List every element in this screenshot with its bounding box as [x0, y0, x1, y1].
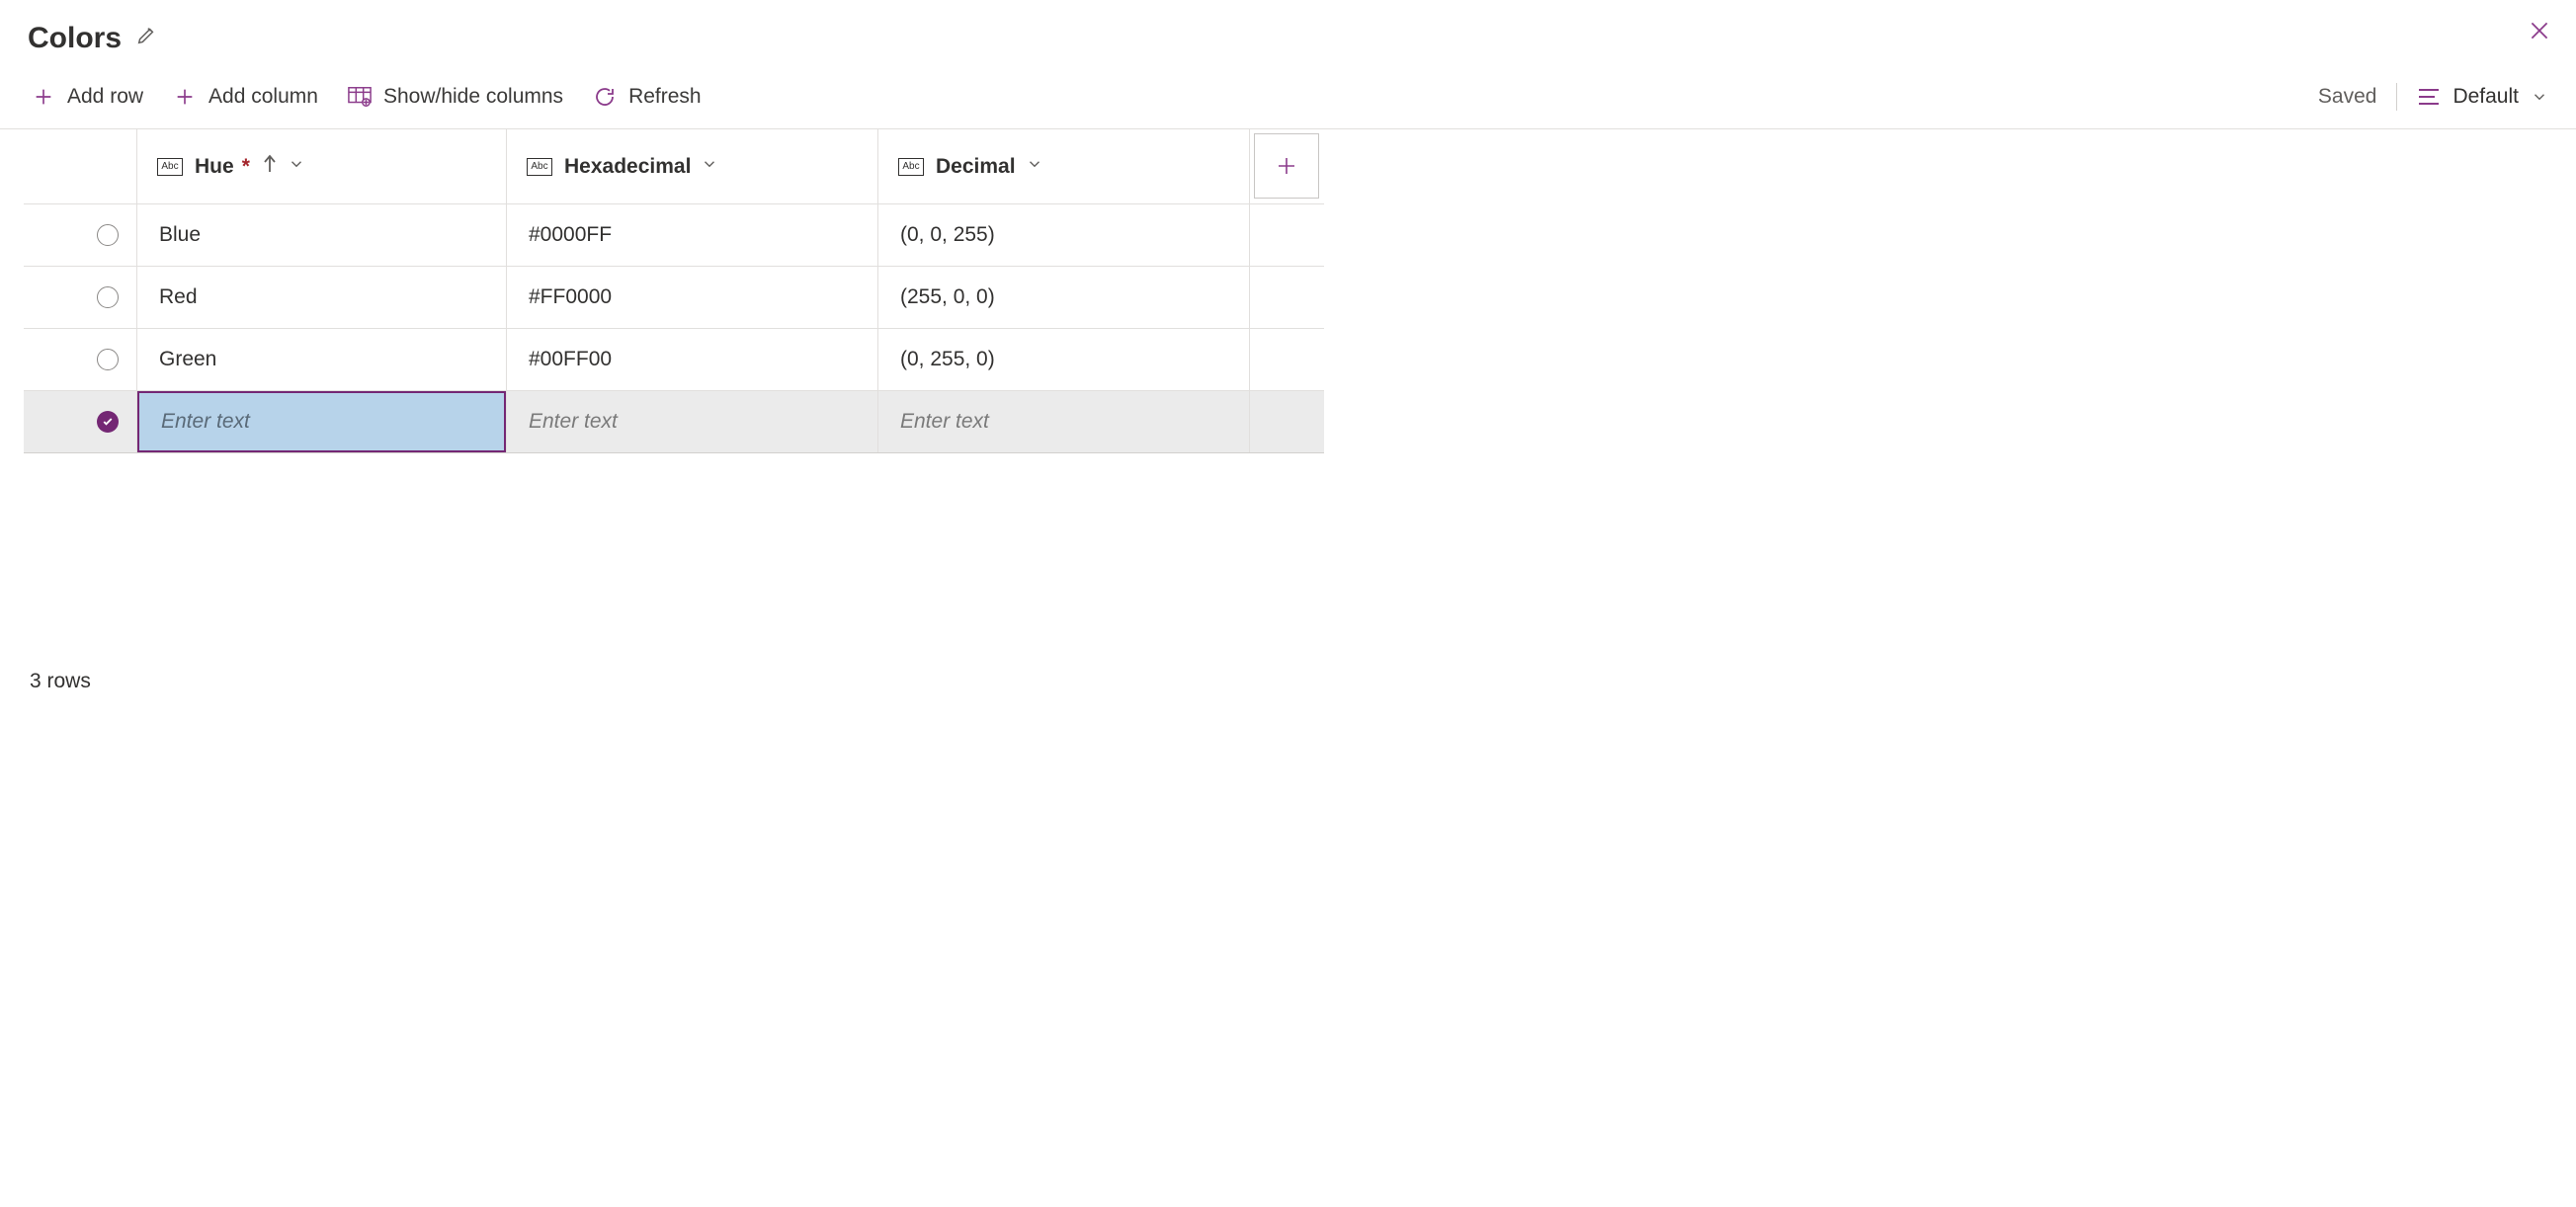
close-icon[interactable] [2527, 18, 2552, 49]
refresh-button[interactable]: Refresh [591, 83, 702, 111]
header: Colors [0, 0, 2576, 55]
plus-icon [30, 83, 57, 111]
show-hide-columns-label: Show/hide columns [383, 85, 563, 109]
radio-unchecked-icon[interactable] [97, 224, 119, 246]
cell-hexadecimal[interactable]: #00FF00 [507, 329, 878, 390]
text-type-icon: Abc [157, 158, 183, 176]
edit-title-icon[interactable] [135, 25, 157, 52]
chevron-down-icon[interactable] [1026, 155, 1043, 179]
chevron-down-icon[interactable] [288, 155, 305, 179]
table-row[interactable]: Blue #0000FF (0, 0, 255) [24, 204, 1324, 267]
text-type-icon: Abc [898, 158, 924, 176]
toolbar: Add row Add column Show/hide columns [0, 55, 2576, 129]
toolbar-separator [2396, 83, 2397, 111]
sort-asc-icon [262, 154, 278, 180]
required-indicator: * [242, 155, 250, 179]
row-selector[interactable] [24, 329, 137, 390]
table-row[interactable]: Red #FF0000 (255, 0, 0) [24, 267, 1324, 329]
save-status: Saved [2318, 85, 2377, 109]
column-label: Hue [195, 155, 234, 179]
new-hue-field[interactable]: Enter text [137, 391, 506, 452]
cell-hexadecimal[interactable]: #FF0000 [507, 267, 878, 328]
data-grid: Abc Hue * Abc Hexadecimal Abc Decimal [24, 129, 1324, 453]
add-column-plus-button[interactable] [1254, 133, 1319, 199]
columns-settings-icon [346, 83, 374, 111]
cell-decimal-input[interactable]: Enter text [878, 391, 1250, 452]
column-header-add [1250, 129, 1324, 203]
row-selector[interactable] [24, 267, 137, 328]
column-label: Hexadecimal [564, 155, 691, 179]
refresh-icon [591, 83, 619, 111]
column-header-hue[interactable]: Abc Hue * [137, 129, 507, 203]
cell-decimal[interactable]: (255, 0, 0) [878, 267, 1250, 328]
add-row-button[interactable]: Add row [30, 83, 143, 111]
placeholder-text: Enter text [161, 410, 250, 434]
radio-unchecked-icon[interactable] [97, 349, 119, 370]
row-count-status: 3 rows [30, 670, 91, 693]
cell-decimal[interactable]: (0, 255, 0) [878, 329, 1250, 390]
radio-checked-icon[interactable] [97, 411, 119, 433]
grid-body: Blue #0000FF (0, 0, 255) Red #FF0000 (25… [24, 204, 1324, 453]
chevron-down-icon [2531, 88, 2548, 106]
cell-hue-input[interactable]: Enter text [137, 391, 507, 452]
cell-hexadecimal[interactable]: #0000FF [507, 204, 878, 266]
table-row-new[interactable]: Enter text Enter text Enter text [24, 391, 1324, 453]
column-header-select[interactable] [24, 129, 137, 203]
view-list-icon [2417, 87, 2441, 107]
add-column-label: Add column [208, 85, 318, 109]
column-header-hexadecimal[interactable]: Abc Hexadecimal [507, 129, 878, 203]
cell-hue[interactable]: Blue [137, 204, 507, 266]
cell-decimal[interactable]: (0, 0, 255) [878, 204, 1250, 266]
column-label: Decimal [936, 155, 1016, 179]
refresh-label: Refresh [628, 85, 702, 109]
view-selector-label: Default [2452, 85, 2519, 109]
text-type-icon: Abc [527, 158, 552, 176]
add-row-label: Add row [67, 85, 143, 109]
cell-hue[interactable]: Red [137, 267, 507, 328]
row-selector[interactable] [24, 391, 137, 452]
row-selector[interactable] [24, 204, 137, 266]
cell-hexadecimal-input[interactable]: Enter text [507, 391, 878, 452]
cell-hue[interactable]: Green [137, 329, 507, 390]
show-hide-columns-button[interactable]: Show/hide columns [346, 83, 563, 111]
column-header-decimal[interactable]: Abc Decimal [878, 129, 1250, 203]
placeholder-text: Enter text [529, 410, 618, 434]
page-title: Colors [28, 22, 122, 55]
add-column-button[interactable]: Add column [171, 83, 318, 111]
chevron-down-icon[interactable] [701, 155, 718, 179]
plus-icon [171, 83, 199, 111]
grid-header: Abc Hue * Abc Hexadecimal Abc Decimal [24, 129, 1324, 204]
placeholder-text: Enter text [900, 410, 989, 434]
radio-unchecked-icon[interactable] [97, 286, 119, 308]
view-selector[interactable]: Default [2417, 85, 2548, 109]
table-row[interactable]: Green #00FF00 (0, 255, 0) [24, 329, 1324, 391]
